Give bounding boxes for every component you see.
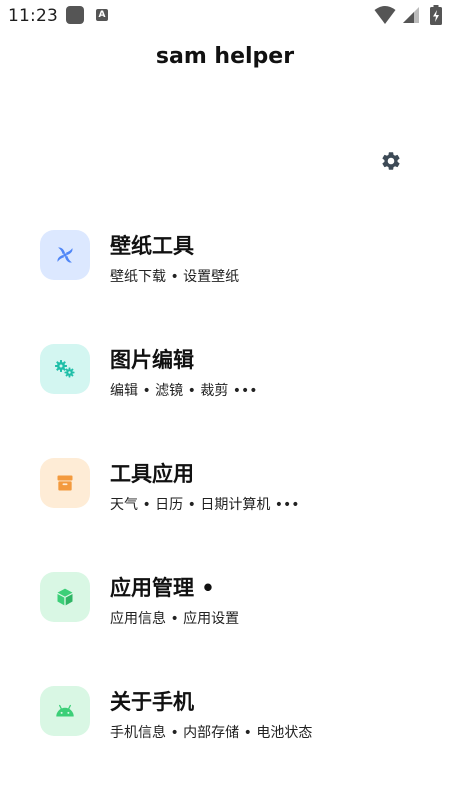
menu-item-wallpaper-tools[interactable]: 壁纸工具 壁纸下载 • 设置壁纸	[0, 200, 450, 314]
menu-item-subtitle: 编辑 • 滤镜 • 裁剪 •••	[110, 383, 258, 399]
menu-item-title: 壁纸工具	[110, 234, 194, 258]
menu-item-subtitle: 应用信息 • 应用设置	[110, 611, 240, 627]
menu-item-about-phone[interactable]: 关于手机 手机信息 • 内部存储 • 电池状态	[0, 656, 450, 770]
notification-a-icon: A	[96, 9, 108, 21]
menu-item-image-editing[interactable]: 图片编辑 编辑 • 滤镜 • 裁剪 •••	[0, 314, 450, 428]
wallpaper-icon-tile	[40, 230, 90, 280]
fan-icon	[57, 247, 73, 263]
tools-icon-tile	[40, 458, 90, 508]
about-icon-tile	[40, 686, 90, 736]
menu-item-subtitle: 天气 • 日历 • 日期计算机 •••	[110, 497, 300, 513]
menu-item-subtitle: 手机信息 • 内部存储 • 电池状态	[110, 725, 313, 741]
menu-item-title: 关于手机	[110, 690, 194, 714]
android-icon	[56, 704, 74, 717]
gear-icon	[382, 152, 400, 170]
notification-app-icon	[66, 6, 84, 24]
cube-icon	[57, 588, 73, 606]
settings-button[interactable]	[380, 150, 402, 172]
menu-item-title: 应用管理 •	[110, 576, 215, 600]
image-edit-icon-tile	[40, 344, 90, 394]
battery-charging-icon	[430, 5, 442, 25]
menu-item-tool-apps[interactable]: 工具应用 天气 • 日历 • 日期计算机 •••	[0, 428, 450, 542]
menu-item-subtitle: 壁纸下载 • 设置壁纸	[110, 269, 240, 285]
menu-item-title: 工具应用	[110, 462, 194, 486]
app-title: sam helper	[155, 44, 295, 69]
menu-item-app-management[interactable]: 应用管理 • 应用信息 • 应用设置	[0, 542, 450, 656]
status-time: 11:23	[8, 6, 58, 26]
wifi-icon	[374, 6, 396, 24]
box-icon	[57, 475, 73, 491]
gears-icon	[55, 360, 75, 378]
menu-item-title: 图片编辑	[110, 348, 194, 372]
status-bar: 11:23 A	[0, 0, 450, 32]
app-manage-icon-tile	[40, 572, 90, 622]
cell-signal-icon	[403, 7, 419, 23]
